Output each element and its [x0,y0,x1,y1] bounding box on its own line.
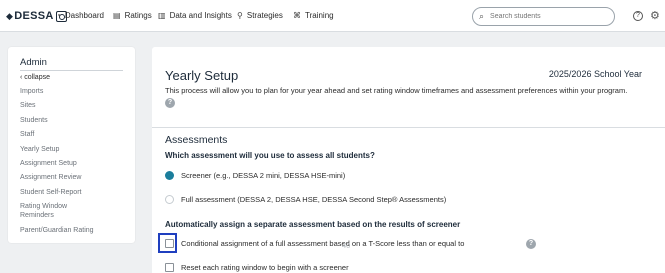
ratings-icon: ▤ [113,11,121,20]
checkbox-reset-label: Reset each rating window to begin with a… [181,263,349,272]
nav-strategies[interactable]: ⚲ Strategies [237,11,283,20]
help-icon[interactable]: ? [165,98,175,109]
section-title: Assessments [165,134,228,146]
nav-ratings[interactable]: ▤ Ratings [113,11,152,20]
sidebar-title: Admin [20,57,47,68]
admin-sidebar: Admin ‹ collapse Imports Sites Students … [8,47,135,243]
reminders-label-line2: Reminders [20,212,54,219]
nav-strategies-label: Strategies [246,11,283,20]
nav-ratings-label: Ratings [124,11,152,20]
radio-selected-icon[interactable] [165,171,174,180]
nav-dashboard-label: Dashboard [64,11,104,20]
radio-screener-label: Screener (e.g., DESSA 2 mini, DESSA HSE-… [181,171,346,180]
sidebar-item-imports[interactable]: Imports [20,87,43,96]
sidebar-item-students[interactable]: Students [20,116,48,125]
search-box[interactable]: ⌕ [472,7,615,26]
sidebar-divider [20,70,123,71]
sidebar-item-assignment-setup[interactable]: Assignment Setup [20,159,77,168]
sidebar-item-rating-window-reminders[interactable]: Rating Window Reminders [20,202,67,220]
main-panel: Yearly Setup 2025/2026 School Year This … [152,47,665,273]
checkbox-conditional-label: Conditional assignment of a full assessm… [181,239,465,248]
checkbox-reset-window[interactable]: Reset each rating window to begin with a… [165,263,349,272]
help-icon[interactable]: ? [526,239,536,249]
gear-icon[interactable]: ⚙ [650,9,660,22]
dashboard-icon: ◔ [56,11,61,20]
question-auto-assign: Automatically assign a separate assessme… [165,220,461,229]
tscore-input[interactable]: 40 [342,241,350,250]
collapse-label: collapse [24,74,50,81]
radio-full-assessment[interactable]: Full assessment (DESSA 2, DESSA HSE, DES… [165,195,446,204]
logo-diamond-icon: ◆ [6,10,14,21]
chart-icon: ▥ [158,11,166,20]
training-icon: ⌘ [293,11,301,20]
page-description: This process will allow you to plan for … [165,85,635,109]
radio-unselected-icon[interactable] [165,195,174,204]
page-title: Yearly Setup [165,68,239,83]
nav-training-label: Training [305,11,334,20]
nav-training[interactable]: ⌘ Training [293,11,334,20]
nav-data-insights[interactable]: ▥ Data and Insights [158,11,232,20]
section-divider [152,127,665,128]
sidebar-item-student-self-report[interactable]: Student Self-Report [20,188,81,197]
search-input[interactable] [490,13,601,20]
radio-full-label: Full assessment (DESSA 2, DESSA HSE, DES… [181,195,447,204]
search-icon: ⌕ [479,11,485,21]
sidebar-item-yearly-setup[interactable]: Yearly Setup [20,145,59,154]
radio-screener[interactable]: Screener (e.g., DESSA 2 mini, DESSA HSE-… [165,171,345,180]
reminders-label-line1: Rating Window [20,203,68,210]
description-text: This process will allow you to plan for … [165,86,628,95]
logo-text: DESSA [14,10,54,22]
sidebar-item-staff[interactable]: Staff [20,130,34,139]
sidebar-item-assignment-review[interactable]: Assignment Review [20,173,81,182]
checkbox-conditional-assignment[interactable]: Conditional assignment of a full assessm… [165,239,464,248]
checkbox[interactable] [165,263,174,272]
question-assessment: Which assessment will you use to assess … [165,151,375,160]
nav-data-insights-label: Data and Insights [169,11,232,20]
collapse-button[interactable]: ‹ collapse [20,73,50,82]
sidebar-item-parent-guardian-rating[interactable]: Parent/Guardian Rating [20,226,94,235]
chevron-left-icon: ‹ [20,74,23,81]
strategies-icon: ⚲ [237,11,243,20]
sidebar-item-sites[interactable]: Sites [20,101,36,110]
top-navbar: ◆ DESSA ◔ Dashboard ▤ Ratings ▥ Data and… [0,0,665,32]
focus-outline [158,233,177,253]
nav-dashboard[interactable]: ◔ Dashboard [56,11,104,20]
help-icon[interactable]: ? [633,11,643,21]
school-year: 2025/2026 School Year [548,69,642,79]
